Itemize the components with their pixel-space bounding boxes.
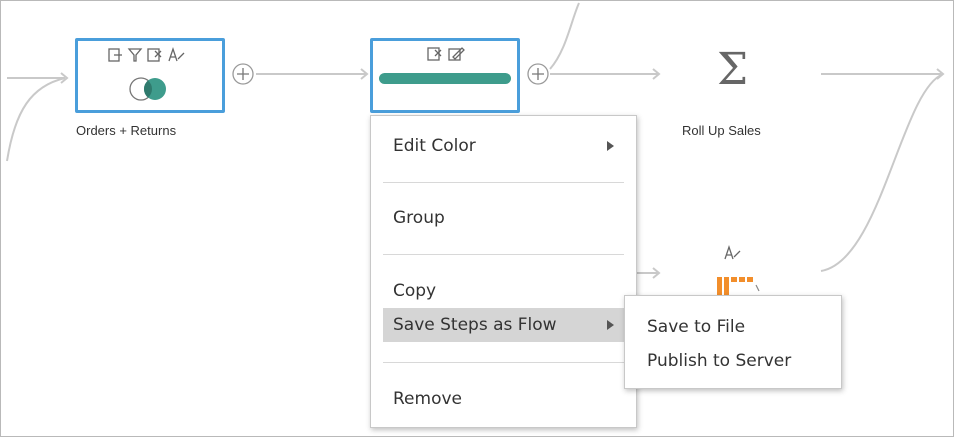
- edit-icon: [448, 47, 465, 61]
- venn-join-icon: [129, 77, 166, 101]
- context-menu: Edit Color Group Copy Save Steps as Flow…: [370, 115, 637, 428]
- pivot-step-node[interactable]: [701, 237, 771, 297]
- clean-step-icons: [379, 47, 511, 84]
- menu-item-label: Save to File: [647, 317, 746, 337]
- menu-item-label: Publish to Server: [647, 351, 792, 371]
- menu-separator: [383, 362, 624, 363]
- menu-item-save-to-file[interactable]: Save to File: [637, 310, 833, 344]
- clean-color-bar: [379, 73, 511, 84]
- aggregate-step-glyph[interactable]: Σ: [717, 45, 748, 95]
- rename-icon: [724, 244, 741, 260]
- remove-field-icon: [147, 48, 162, 62]
- menu-item-label: Edit Color: [393, 136, 476, 156]
- connector-line: [6, 77, 66, 162]
- save-steps-submenu: Save to File Publish to Server: [624, 295, 842, 389]
- menu-item-save-steps-as-flow[interactable]: Save Steps as Flow: [383, 308, 624, 342]
- join-step-node[interactable]: [75, 38, 225, 113]
- submenu-arrow-icon: [607, 141, 614, 151]
- join-step-label: Orders + Returns: [76, 123, 177, 138]
- add-step-button[interactable]: [232, 63, 254, 85]
- connector-line: [549, 2, 580, 70]
- aggregate-step-label: Roll Up Sales: [682, 123, 761, 138]
- menu-item-label: Remove: [393, 389, 462, 409]
- rename-icon: [168, 46, 185, 62]
- join-step-icons: [108, 46, 185, 101]
- filter-icon: [127, 48, 143, 62]
- menu-item-label: Group: [393, 208, 445, 228]
- submenu-arrow-icon: [607, 320, 614, 330]
- menu-item-label: Save Steps as Flow: [393, 315, 557, 335]
- menu-item-label: Copy: [393, 281, 437, 301]
- menu-item-copy[interactable]: Copy: [383, 274, 624, 308]
- output-icon: [108, 48, 122, 62]
- pivot-icon: [717, 277, 760, 297]
- menu-item-remove[interactable]: Remove: [383, 382, 624, 416]
- menu-item-group[interactable]: Group: [383, 201, 624, 235]
- menu-separator: [383, 182, 624, 183]
- menu-item-publish-to-server[interactable]: Publish to Server: [637, 344, 833, 378]
- clean-step-node[interactable]: [370, 38, 520, 113]
- menu-separator: [383, 254, 624, 255]
- connector-line: [820, 73, 944, 272]
- remove-field-icon: [427, 47, 442, 61]
- menu-item-edit-color[interactable]: Edit Color: [383, 129, 624, 163]
- flow-canvas[interactable]: Orders + Returns Σ Roll Up Sales Edit Co…: [0, 0, 954, 437]
- add-step-button[interactable]: [527, 63, 549, 85]
